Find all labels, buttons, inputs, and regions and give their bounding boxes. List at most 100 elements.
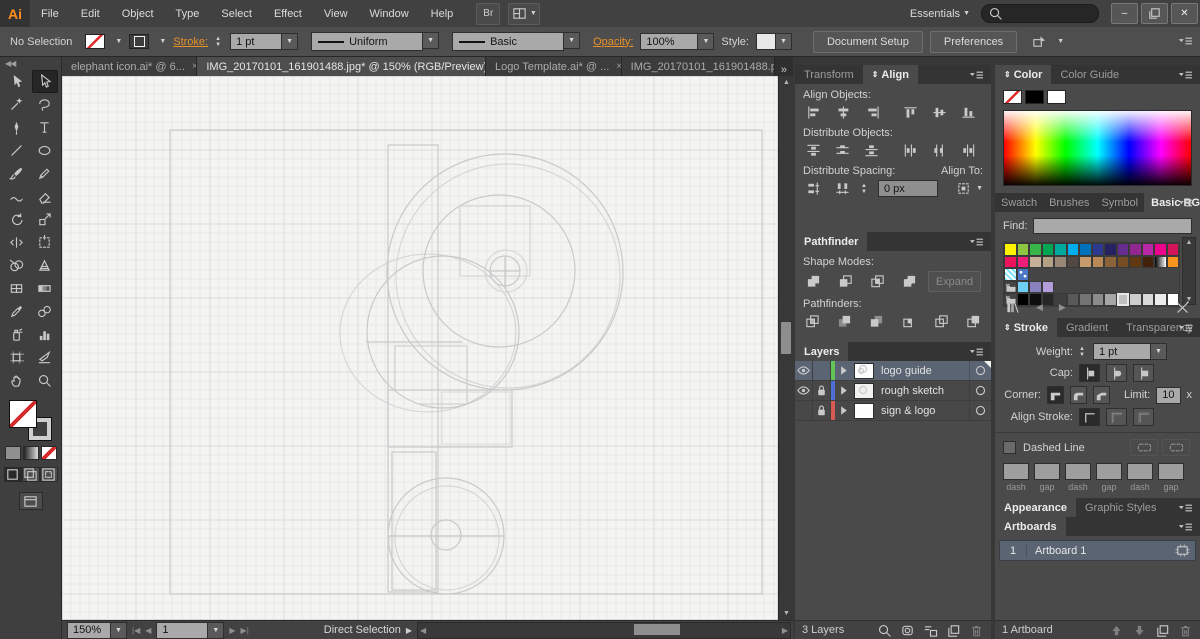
tab-gradient[interactable]: Gradient — [1057, 318, 1117, 337]
menu-select[interactable]: Select — [210, 0, 263, 27]
rotate-tool[interactable] — [4, 208, 30, 231]
tab-appearance[interactable]: Appearance — [995, 498, 1076, 517]
align-right-button[interactable] — [861, 104, 881, 121]
locate-object-icon[interactable] — [877, 623, 892, 638]
opacity-field[interactable]: 100% — [640, 33, 699, 50]
expand-button[interactable]: Expand — [928, 271, 981, 292]
magic-wand-tool[interactable] — [4, 93, 30, 116]
bridge-button[interactable]: Br — [476, 2, 501, 25]
new-artboard-icon[interactable] — [1155, 623, 1170, 638]
swatch-group-folder-icon[interactable] — [1004, 280, 1017, 293]
search-input[interactable] — [981, 4, 1099, 23]
free-transform-tool[interactable] — [32, 231, 58, 254]
tab-color-guide[interactable]: Color Guide — [1051, 65, 1128, 84]
width-profile-dropdown[interactable]: ▼ — [423, 32, 440, 49]
distribute-right-button[interactable] — [958, 142, 978, 159]
menu-window[interactable]: Window — [359, 0, 420, 27]
prev-library-arrow[interactable]: ◀ — [1036, 302, 1043, 313]
arrange-documents-button[interactable]: ▼ — [508, 2, 541, 25]
brush-definition-select[interactable]: Basic — [452, 32, 565, 51]
panel-menu-icon[interactable] — [1177, 501, 1197, 514]
cap-projecting-button[interactable] — [1133, 364, 1154, 382]
preferences-button[interactable]: Preferences — [929, 30, 1018, 53]
align-bottom-button[interactable] — [958, 104, 978, 121]
visibility-toggle[interactable] — [795, 381, 813, 400]
tab-pathfinder[interactable]: Pathfinder — [795, 232, 868, 251]
status-menu-arrow[interactable]: ▶ — [406, 626, 412, 635]
swatch-grid[interactable] — [1003, 242, 1180, 307]
swatch-3-2[interactable] — [1029, 280, 1042, 293]
tab-brushes[interactable]: Brushes — [1043, 193, 1095, 212]
shaper-tool[interactable] — [4, 185, 30, 208]
weight-dropdown[interactable]: ▼ — [1150, 343, 1167, 360]
vertical-scrollbar[interactable]: ▲ ▼ — [778, 76, 793, 620]
layer-row-sign-logo[interactable]: sign & logo — [795, 401, 991, 421]
column-graph-tool[interactable] — [32, 323, 58, 346]
none-mode-button[interactable] — [40, 446, 57, 460]
swatch-1-2[interactable] — [1029, 255, 1042, 268]
swatch-2-0[interactable] — [1004, 268, 1017, 281]
color-mode-button[interactable] — [4, 446, 21, 460]
weight-stepper[interactable]: ▲ ▼ — [1079, 346, 1085, 358]
align-vcenter-button[interactable] — [929, 104, 949, 121]
document-setup-button[interactable]: Document Setup — [812, 30, 923, 53]
prev-artboard-button[interactable]: ◀ — [145, 626, 151, 635]
opacity-dropdown[interactable]: ▼ — [698, 33, 715, 50]
next-library-arrow[interactable]: ▶ — [1059, 302, 1066, 313]
minus-front-button[interactable] — [835, 273, 855, 290]
document-tab-4[interactable]: IMG_20170101_161901488.p — [621, 57, 775, 76]
visibility-toggle[interactable] — [795, 361, 813, 380]
color-spectrum[interactable] — [1003, 110, 1192, 186]
swatch-0-0[interactable] — [1004, 243, 1017, 256]
panel-menu-icon[interactable] — [1177, 196, 1197, 209]
gradient-tool[interactable] — [32, 277, 58, 300]
direct-selection-tool[interactable] — [31, 70, 58, 93]
dash-field-3[interactable] — [1127, 463, 1153, 480]
menu-help[interactable]: Help — [420, 0, 465, 27]
artboard-symbol-icon[interactable] — [1175, 543, 1190, 558]
line-segment-tool[interactable] — [4, 139, 30, 162]
divide-button[interactable] — [803, 313, 821, 330]
corner-miter-button[interactable] — [1046, 386, 1064, 404]
menu-type[interactable]: Type — [165, 0, 211, 27]
lasso-tool[interactable] — [32, 93, 58, 116]
horizontal-scroll-thumb[interactable] — [633, 623, 680, 635]
swatch-2-1[interactable] — [1016, 268, 1029, 281]
scroll-down-arrow[interactable]: ▼ — [779, 607, 794, 620]
align-hcenter-button[interactable] — [832, 104, 852, 121]
scroll-right-arrow[interactable]: ▶ — [782, 626, 788, 635]
mesh-tool[interactable] — [4, 277, 30, 300]
layer-name[interactable]: logo guide — [877, 365, 969, 377]
zoom-level-field[interactable]: 150% — [67, 621, 111, 639]
pencil-tool[interactable] — [32, 162, 58, 185]
delete-artboard-icon[interactable] — [1178, 623, 1193, 638]
expand-toggle[interactable] — [835, 361, 851, 380]
panel-menu-icon[interactable] — [968, 345, 988, 358]
swatch-3-1[interactable] — [1016, 280, 1029, 293]
menu-effect[interactable]: Effect — [263, 0, 313, 27]
dashed-line-checkbox[interactable] — [1003, 441, 1016, 454]
document-tab-1[interactable]: elephant icon.ai* @ 6... × — [62, 57, 198, 76]
fill-stroke-control[interactable] — [8, 400, 53, 441]
swatch-1-9[interactable] — [1116, 255, 1129, 268]
spacing-stepper[interactable]: ▲ ▼ — [861, 183, 867, 195]
minimize-button[interactable]: – — [1111, 3, 1138, 24]
blend-tool[interactable] — [32, 300, 58, 323]
swatch-0-8[interactable] — [1104, 243, 1117, 256]
swatch-1-13[interactable] — [1166, 255, 1179, 268]
stroke-color-swatch[interactable] — [85, 34, 106, 49]
new-layer-icon[interactable] — [946, 623, 961, 638]
swatch-0-11[interactable] — [1141, 243, 1154, 256]
opacity-panel-link[interactable]: Opacity: — [593, 36, 633, 48]
vertical-spacing-button[interactable] — [803, 180, 823, 197]
visibility-toggle[interactable] — [795, 401, 813, 420]
align-stroke-center-button[interactable] — [1079, 408, 1100, 426]
swatch-scrollbar[interactable]: ▲ ▼ — [1182, 237, 1196, 305]
stroke-weight-field[interactable]: 1 pt — [230, 33, 283, 50]
distribute-left-button[interactable] — [900, 142, 920, 159]
artboard-row[interactable]: 1 Artboard 1 — [999, 540, 1196, 561]
layer-thumbnail[interactable] — [854, 382, 874, 399]
expand-toggle[interactable] — [835, 381, 851, 400]
swatch-0-4[interactable] — [1054, 243, 1067, 256]
distribute-bottom-button[interactable] — [861, 142, 881, 159]
